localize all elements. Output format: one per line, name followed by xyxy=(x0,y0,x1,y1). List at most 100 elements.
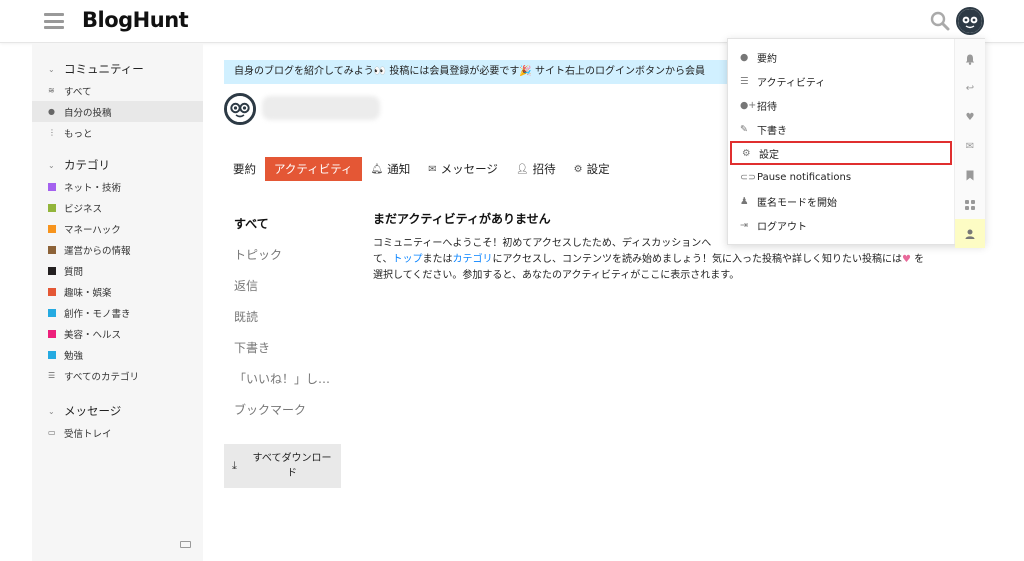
sidebar-categories-header[interactable]: ⌄ カテゴリ xyxy=(32,154,203,176)
replies-tab-icon[interactable]: ↩ xyxy=(955,74,985,103)
subnav-bookmarks[interactable]: ブックマーク xyxy=(224,394,344,425)
sidebar-item-all-categories[interactable]: ☰ すべてのカテゴリ xyxy=(32,365,203,386)
sidebar-item-label: 勉強 xyxy=(64,350,84,362)
sidebar: ⌄ コミュニティー ≋ すべて ● 自分の投稿 ⋮ もっと ⌄ カテゴリ ネット・技術 ビ… xyxy=(32,43,203,561)
hamburger-menu-icon[interactable] xyxy=(44,13,64,29)
menu-item-drafts[interactable]: ✎ 下書き xyxy=(728,117,954,141)
notifications-tab-icon[interactable] xyxy=(955,45,985,74)
menu-item-anonymous-mode[interactable]: ♟ 匿名モードを開始 xyxy=(728,189,954,213)
sidebar-community-header[interactable]: ⌄ コミュニティー xyxy=(32,58,203,80)
profile-tabs: 要約 アクティビティ 🔔︎ 通知 ✉ メッセージ 👤︎ 招待 ⚙ 設定 xyxy=(224,157,619,181)
tab-label: 要約 xyxy=(233,162,256,176)
category-color-swatch xyxy=(48,329,56,338)
sidebar-item-category[interactable]: マネーハック xyxy=(32,218,203,239)
heart-icon: ♥ xyxy=(902,254,911,265)
top-header: BlogHunt xyxy=(0,0,1024,43)
list-icon: ☰ xyxy=(740,75,749,87)
tab-label: 招待 xyxy=(532,162,556,176)
sign-out-icon: ⇥ xyxy=(740,219,748,231)
sidebar-item-inbox[interactable]: ▭ 受信トレイ xyxy=(32,422,203,443)
tab-label: メッセージ xyxy=(440,162,498,176)
current-user-avatar[interactable] xyxy=(956,7,984,35)
sidebar-item-category[interactable]: ネット・技術 xyxy=(32,176,203,197)
chevron-down-icon: ⌄ xyxy=(48,64,55,74)
category-color-swatch xyxy=(48,224,56,233)
empty-state-title: まだアクティビティがありません xyxy=(373,212,551,226)
tab-summary[interactable]: 要約 xyxy=(224,157,265,181)
sidebar-item-category[interactable]: 勉強 xyxy=(32,344,203,365)
search-icon[interactable] xyxy=(930,11,950,31)
category-color-swatch xyxy=(48,287,56,296)
sidebar-item-my-posts[interactable]: ● 自分の投稿 xyxy=(32,101,203,122)
empty-line-2: て、トップまたはカテゴリにアクセスし、コンテンツを読み始めましょう！気に入った投… xyxy=(373,254,925,265)
link-top[interactable]: トップ xyxy=(393,254,423,265)
likes-tab-icon[interactable]: ♥ xyxy=(955,103,985,132)
menu-item-invites[interactable]: ●+ 招待 xyxy=(728,93,954,117)
gear-icon: ⚙ xyxy=(573,163,583,175)
apps-tab-icon[interactable] xyxy=(955,190,985,219)
user-icon: ● xyxy=(48,107,55,116)
sidebar-item-category[interactable]: 趣味・娯楽 xyxy=(32,281,203,302)
sidebar-item-category[interactable]: 運営からの情報 xyxy=(32,239,203,260)
sidebar-section-title: コミュニティー xyxy=(64,62,144,76)
sidebar-messages-header[interactable]: ⌄ メッセージ xyxy=(32,400,203,422)
menu-item-label: 要約 xyxy=(757,53,777,65)
menu-item-label: Pause notifications xyxy=(757,171,852,183)
pencil-icon: ✎ xyxy=(740,123,748,135)
sidebar-item-label: マネーハック xyxy=(64,224,121,236)
sidebar-item-category[interactable]: 美容・ヘルス xyxy=(32,323,203,344)
subnav-likes[interactable]: 「いいね！」し… xyxy=(224,363,344,394)
tab-activity[interactable]: アクティビティ xyxy=(265,157,362,181)
sidebar-item-label: すべて xyxy=(64,86,92,98)
user-icon xyxy=(965,229,975,239)
menu-item-pause-notifications[interactable]: ⊂⊃ Pause notifications xyxy=(728,165,954,189)
sidebar-community-section: ⌄ コミュニティー ≋ すべて ● 自分の投稿 ⋮ もっと xyxy=(32,58,203,143)
subnav-drafts[interactable]: 下書き xyxy=(224,332,344,363)
chevron-down-icon: ⌄ xyxy=(48,160,55,170)
subnav-all[interactable]: すべて xyxy=(224,208,344,239)
profile-tab-icon[interactable] xyxy=(955,219,985,248)
sidebar-item-label: すべてのカテゴリ xyxy=(64,371,139,383)
subnav-read[interactable]: 既読 xyxy=(224,301,344,332)
subnav-replies[interactable]: 返信 xyxy=(224,270,344,301)
sidebar-item-label: 自分の投稿 xyxy=(64,107,112,119)
tab-invites[interactable]: 👤︎ 招待 xyxy=(507,157,565,181)
sidebar-item-label: 質問 xyxy=(64,266,84,278)
heart-icon: ♥ xyxy=(965,112,975,123)
grid-icon xyxy=(965,199,975,210)
download-all-label: すべてダウンロード xyxy=(252,453,332,479)
bookmark-icon xyxy=(966,170,974,181)
sidebar-item-more[interactable]: ⋮ もっと xyxy=(32,122,203,143)
menu-item-label: 招待 xyxy=(757,101,777,113)
site-logo[interactable]: BlogHunt xyxy=(82,8,189,32)
more-vertical-icon: ⋮ xyxy=(48,128,56,137)
sidebar-item-all[interactable]: ≋ すべて xyxy=(32,80,203,101)
menu-item-summary[interactable]: ● 要約 xyxy=(728,45,954,69)
sidebar-item-label: 運営からの情報 xyxy=(64,245,131,257)
menu-item-label: 下書き xyxy=(757,125,787,137)
menu-item-logout[interactable]: ⇥ ログアウト xyxy=(728,213,954,237)
menu-item-settings[interactable]: ⚙ 設定 xyxy=(730,141,952,165)
download-icon: ⤓ xyxy=(232,459,237,472)
download-all-button[interactable]: ⤓ すべてダウンロード xyxy=(224,444,341,488)
link-category[interactable]: カテゴリ xyxy=(453,254,493,265)
sidebar-item-label: もっと xyxy=(64,128,93,140)
subnav-topics[interactable]: トピック xyxy=(224,239,344,270)
category-color-swatch xyxy=(48,350,56,359)
profile-username-redacted xyxy=(262,96,380,120)
tab-settings[interactable]: ⚙ 設定 xyxy=(565,157,619,181)
messages-tab-icon[interactable]: ✉ xyxy=(955,132,985,161)
activity-subnav: すべて トピック 返信 既読 下書き 「いいね！」し… ブックマーク xyxy=(224,208,344,425)
sidebar-item-category[interactable]: ビジネス xyxy=(32,197,203,218)
sidebar-item-category[interactable]: 質問 xyxy=(32,260,203,281)
user-menu-tab-column: ↩ ♥ ✉ xyxy=(954,39,985,248)
menu-item-activity[interactable]: ☰ アクティビティ xyxy=(728,69,954,93)
tab-label: 通知 xyxy=(387,162,411,176)
tab-messages[interactable]: ✉ メッセージ xyxy=(419,157,507,181)
sidebar-item-category[interactable]: 創作・モノ書き xyxy=(32,302,203,323)
tab-notifications[interactable]: 🔔︎ 通知 xyxy=(362,157,420,181)
chevron-down-icon: ⌄ xyxy=(48,406,55,416)
tab-label: アクティビティ xyxy=(274,162,353,176)
bookmarks-tab-icon[interactable] xyxy=(955,161,985,190)
keyboard-icon[interactable] xyxy=(180,541,191,548)
